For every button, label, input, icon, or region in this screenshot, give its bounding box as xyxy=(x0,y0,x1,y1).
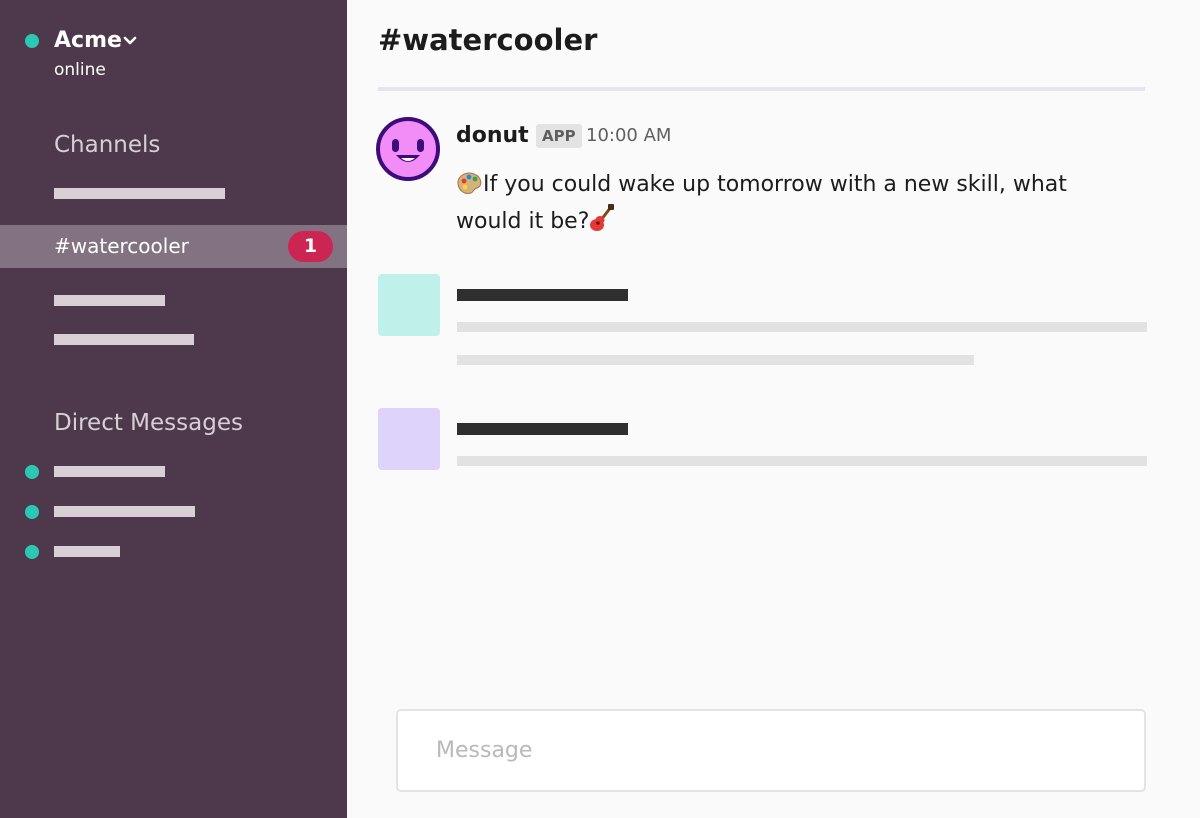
message-text: If you could wake up tomorrow with a new… xyxy=(456,172,1067,234)
direct-messages-heading[interactable]: Direct Messages xyxy=(54,408,243,438)
presence-dot xyxy=(25,465,39,479)
channel-item-placeholder[interactable] xyxy=(54,188,225,199)
author-placeholder xyxy=(457,289,628,301)
dm-item-placeholder[interactable] xyxy=(54,546,120,557)
author-placeholder xyxy=(457,423,628,435)
message-body: If you could wake up tomorrow with a new… xyxy=(456,169,1116,241)
workspace-status: online xyxy=(54,60,106,80)
text-line-placeholder xyxy=(457,322,1147,332)
chevron-down-icon[interactable] xyxy=(122,32,138,48)
smiling-donut-bot-icon[interactable] xyxy=(376,117,440,181)
avatar-placeholder xyxy=(378,274,440,336)
channel-item-placeholder[interactable] xyxy=(54,295,165,306)
guitar-emoji-icon xyxy=(589,204,615,241)
channels-heading[interactable]: Channels xyxy=(54,130,160,160)
sidebar: Acme online Channels #watercooler 1 Dire… xyxy=(0,0,347,818)
workspace-status-dot xyxy=(25,34,39,48)
avatar-placeholder xyxy=(378,408,440,470)
unread-badge: 1 xyxy=(288,231,333,262)
palette-emoji-icon xyxy=(456,171,483,204)
dm-item-placeholder[interactable] xyxy=(54,466,165,477)
app-badge: APP xyxy=(536,124,582,148)
presence-dot xyxy=(25,505,39,519)
channel-title: #watercooler xyxy=(378,23,598,57)
message-author[interactable]: donut xyxy=(456,121,529,151)
channel-item-placeholder[interactable] xyxy=(54,334,194,345)
text-line-placeholder xyxy=(457,355,974,365)
dm-item-placeholder[interactable] xyxy=(54,506,195,517)
presence-dot xyxy=(25,545,39,559)
sidebar-item-watercooler[interactable]: #watercooler 1 xyxy=(0,225,347,268)
message-timestamp[interactable]: 10:00 AM xyxy=(586,124,671,148)
text-line-placeholder xyxy=(457,456,1147,466)
channel-label: #watercooler xyxy=(54,234,189,258)
workspace-name[interactable]: Acme xyxy=(54,27,122,55)
message-input[interactable] xyxy=(396,709,1146,792)
header-divider xyxy=(378,87,1145,91)
